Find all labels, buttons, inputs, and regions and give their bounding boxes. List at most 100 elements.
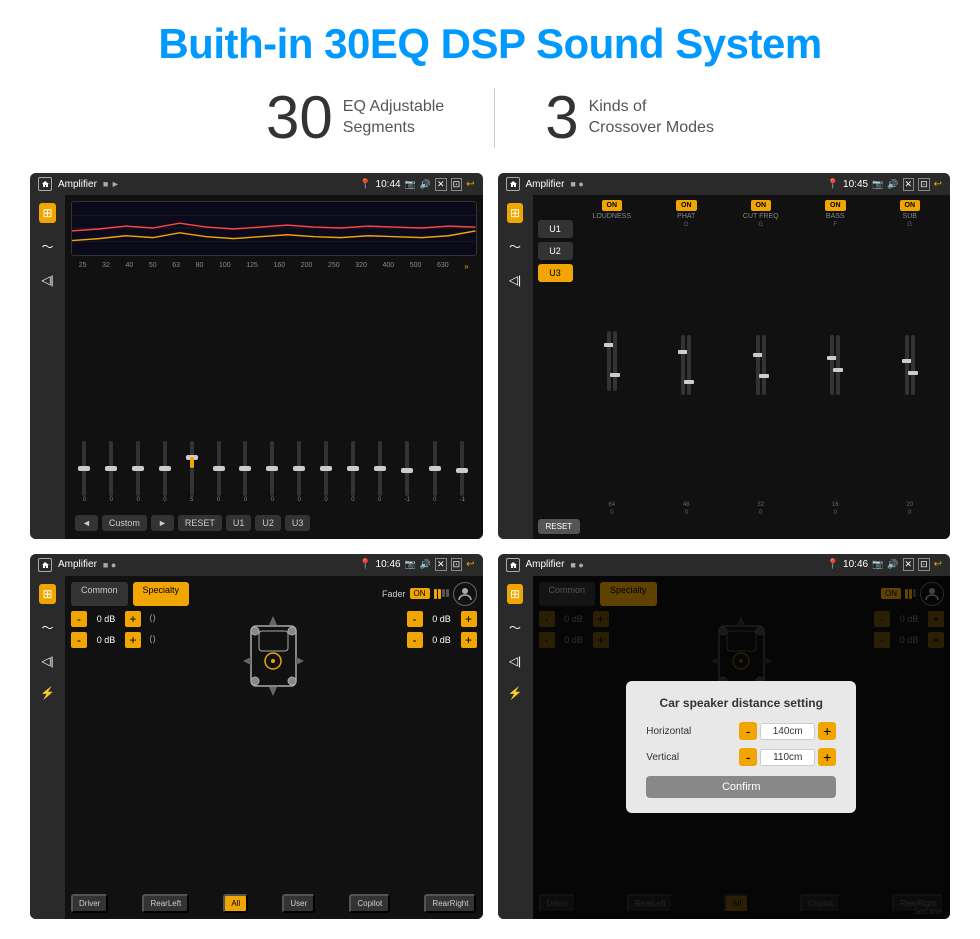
- eq-slider-4[interactable]: 5: [190, 441, 194, 503]
- back-icon-1[interactable]: ↩: [466, 179, 474, 190]
- horizontal-minus[interactable]: -: [739, 722, 757, 740]
- eq-icon-4[interactable]: ⊞: [507, 584, 523, 604]
- wave-icon-4[interactable]: 〜: [506, 616, 524, 639]
- user-btn[interactable]: User: [282, 894, 315, 913]
- db-minus-tl[interactable]: -: [71, 611, 87, 627]
- eq-sliders: 0 0 0 0: [71, 277, 477, 507]
- eq-icon-1[interactable]: ⊞: [39, 203, 55, 223]
- rear-right-btn[interactable]: RearRight: [424, 894, 476, 913]
- back-icon-4[interactable]: ↩: [934, 559, 942, 570]
- vertical-minus[interactable]: -: [739, 748, 757, 766]
- bluetooth-icon-3[interactable]: ⚡: [37, 683, 58, 703]
- db-plus-tr[interactable]: +: [461, 611, 477, 627]
- wave-icon-1[interactable]: 〜: [38, 235, 56, 258]
- eq-slider-14[interactable]: -1: [460, 441, 465, 503]
- preset-u2[interactable]: U2: [538, 242, 573, 260]
- sub-on[interactable]: ON: [900, 200, 921, 211]
- eq-slider-10[interactable]: 0: [351, 441, 355, 503]
- db-minus-br[interactable]: -: [407, 632, 423, 648]
- eq-icon-3[interactable]: ⊞: [39, 584, 55, 604]
- speaker-icon-1[interactable]: ◁|: [38, 270, 56, 290]
- bass-on[interactable]: ON: [825, 200, 846, 211]
- eq-slider-6[interactable]: 0: [243, 441, 247, 503]
- rear-left-btn[interactable]: RearLeft: [142, 894, 189, 913]
- eq-icon-2[interactable]: ⊞: [507, 203, 523, 223]
- prev-button[interactable]: ◄: [75, 515, 98, 531]
- sub-slider-2[interactable]: [911, 335, 915, 395]
- confirm-button[interactable]: Confirm: [646, 776, 836, 798]
- next-button[interactable]: ►: [151, 515, 174, 531]
- cutfreq-slider-2[interactable]: [762, 335, 766, 395]
- eq-slider-5[interactable]: 0: [217, 441, 221, 503]
- all-btn[interactable]: All: [223, 894, 248, 913]
- db-minus-tr[interactable]: -: [407, 611, 423, 627]
- copilot-btn[interactable]: Copilot: [349, 894, 390, 913]
- speaker-icon-3[interactable]: ◁|: [38, 651, 56, 671]
- u1-button[interactable]: U1: [226, 515, 252, 531]
- loudness-slider-2[interactable]: [613, 331, 617, 391]
- home-icon-2[interactable]: [506, 177, 520, 191]
- eq-slider-7[interactable]: 0: [270, 441, 274, 503]
- eq-slider-0[interactable]: 0: [82, 441, 86, 503]
- custom-button[interactable]: Custom: [102, 515, 147, 531]
- wave-icon-3[interactable]: 〜: [38, 616, 56, 639]
- close-icon-1[interactable]: ✕: [435, 178, 447, 191]
- u2-button[interactable]: U2: [255, 515, 281, 531]
- back-icon-3[interactable]: ↩: [466, 559, 474, 570]
- minimize-icon-4[interactable]: ⊡: [918, 558, 930, 571]
- u3-button[interactable]: U3: [285, 515, 311, 531]
- speaker-icon-4[interactable]: ◁|: [506, 651, 524, 671]
- reset-button-1[interactable]: RESET: [178, 515, 222, 531]
- screen1-time: 10:44: [376, 179, 401, 190]
- specialty-main-1: Common Specialty Fader ON: [65, 576, 483, 920]
- speaker-icon-2[interactable]: ◁|: [506, 270, 524, 290]
- loudness-slider-1[interactable]: [607, 331, 611, 391]
- phat-slider-2[interactable]: [687, 335, 691, 395]
- volume-icon-1: 🔊: [420, 179, 431, 190]
- eq-slider-3[interactable]: 0: [163, 441, 167, 503]
- minimize-icon-3[interactable]: ⊡: [451, 558, 463, 571]
- eq-slider-8[interactable]: 0: [297, 441, 301, 503]
- eq-slider-13[interactable]: 0: [433, 441, 437, 503]
- eq-slider-12[interactable]: -1: [405, 441, 410, 503]
- sub-slider-1[interactable]: [905, 335, 909, 395]
- eq-slider-9[interactable]: 0: [324, 441, 328, 503]
- driver-btn[interactable]: Driver: [71, 894, 108, 913]
- tab-common-1[interactable]: Common: [71, 582, 128, 606]
- db-plus-br[interactable]: +: [461, 632, 477, 648]
- cutfreq-slider-1[interactable]: [756, 335, 760, 395]
- minimize-icon-2[interactable]: ⊡: [918, 178, 930, 191]
- bluetooth-icon-4[interactable]: ⚡: [505, 683, 526, 703]
- home-icon-1[interactable]: [38, 177, 52, 191]
- horizontal-plus[interactable]: +: [818, 722, 836, 740]
- bass-slider-1[interactable]: [830, 335, 834, 395]
- distance-modal: Car speaker distance setting Horizontal …: [626, 681, 856, 813]
- preset-u3[interactable]: U3: [538, 264, 573, 282]
- crossover-reset[interactable]: RESET: [538, 519, 581, 534]
- minimize-icon-1[interactable]: ⊡: [451, 178, 463, 191]
- loudness-on[interactable]: ON: [602, 200, 623, 211]
- db-plus-bl[interactable]: +: [125, 632, 141, 648]
- vertical-plus[interactable]: +: [818, 748, 836, 766]
- bass-slider-2[interactable]: [836, 335, 840, 395]
- db-minus-bl[interactable]: -: [71, 632, 87, 648]
- home-icon-4[interactable]: [506, 558, 520, 572]
- eq-slider-11[interactable]: 0: [378, 441, 382, 503]
- close-icon-4[interactable]: ✕: [903, 558, 915, 571]
- camera-icon-2: 📷: [872, 179, 883, 190]
- close-icon-3[interactable]: ✕: [435, 558, 447, 571]
- tab-specialty-1[interactable]: Specialty: [133, 582, 190, 606]
- eq-slider-1[interactable]: 0: [109, 441, 113, 503]
- db-plus-tl[interactable]: +: [125, 611, 141, 627]
- close-icon-2[interactable]: ✕: [903, 178, 915, 191]
- eq-slider-2[interactable]: 0: [136, 441, 140, 503]
- wave-icon-2[interactable]: 〜: [506, 235, 524, 258]
- home-icon-3[interactable]: [38, 558, 52, 572]
- phat-on[interactable]: ON: [676, 200, 697, 211]
- cutfreq-on[interactable]: ON: [751, 200, 772, 211]
- back-icon-2[interactable]: ↩: [934, 179, 942, 190]
- phat-slider-1[interactable]: [681, 335, 685, 395]
- fader-on-badge[interactable]: ON: [410, 588, 430, 599]
- preset-u1[interactable]: U1: [538, 220, 573, 238]
- status-bar-4: Amplifier ■ ● 📍 10:46 📷 🔊 ✕ ⊡ ↩: [498, 554, 951, 576]
